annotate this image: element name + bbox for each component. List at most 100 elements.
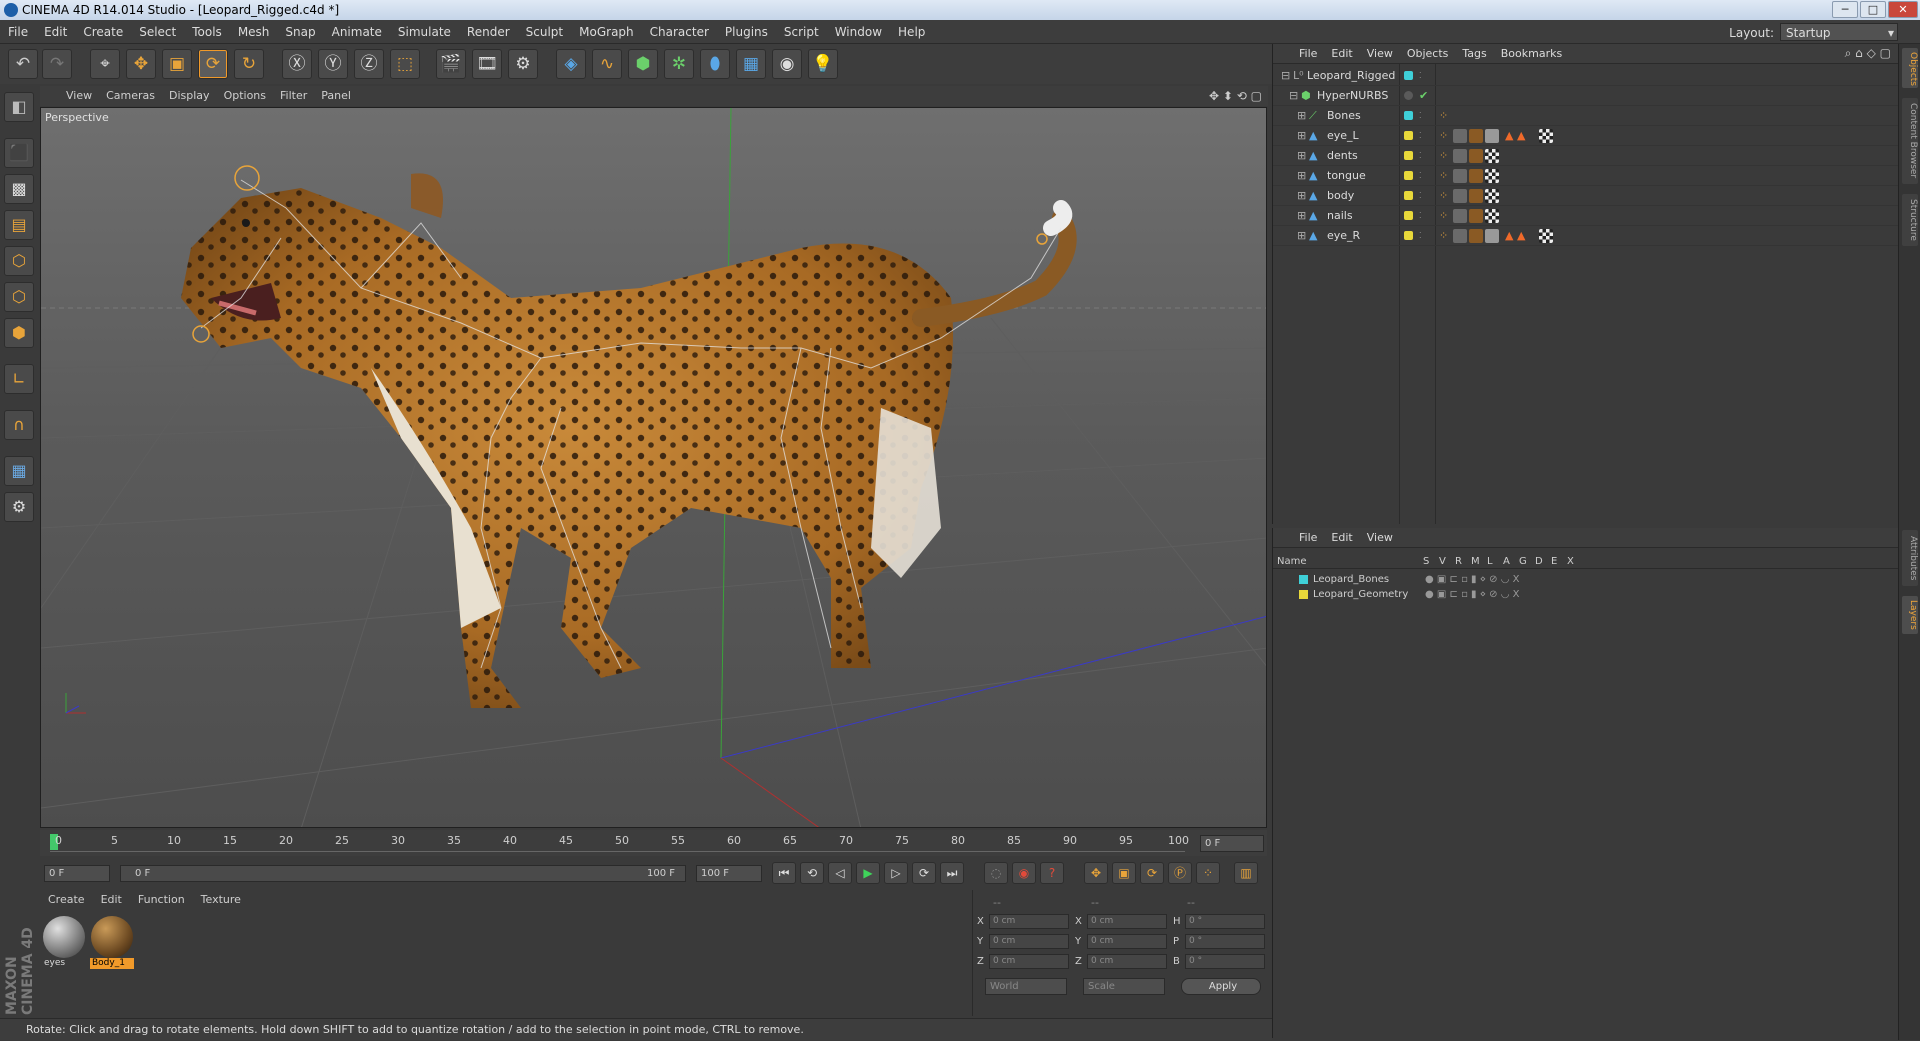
- visibility-dots[interactable]: ⁚: [1419, 206, 1422, 226]
- menu-mesh[interactable]: Mesh: [230, 20, 278, 44]
- start-frame-field[interactable]: 0 F: [44, 865, 110, 882]
- menu-script[interactable]: Script: [776, 20, 827, 44]
- material-swatch-body[interactable]: Body_1: [90, 916, 134, 969]
- col-view[interactable]: V: [1439, 554, 1446, 569]
- rotation-b-field[interactable]: 0 °: [1185, 954, 1265, 969]
- menu-help[interactable]: Help: [890, 20, 933, 44]
- visibility-dots[interactable]: ⁚: [1419, 66, 1422, 86]
- live-selection-icon[interactable]: ⌖: [90, 49, 120, 79]
- deformer-icon[interactable]: ⬮: [700, 49, 730, 79]
- col-render[interactable]: R: [1455, 554, 1462, 569]
- key-pla-icon[interactable]: ⁘: [1196, 862, 1220, 884]
- position-x-field[interactable]: 0 cm: [989, 914, 1069, 929]
- texture-tag-icon[interactable]: [1469, 169, 1483, 183]
- viewport-menu-panel[interactable]: Panel: [314, 86, 358, 106]
- timeline-ruler[interactable]: 0 5 10 15 20 25 30 35 40 45 50 55 60 65 …: [40, 830, 1267, 856]
- material-menu-function[interactable]: Function: [130, 890, 193, 910]
- visibility-dots[interactable]: ⁚: [1419, 186, 1422, 206]
- object-row-leopard-rigged[interactable]: ⊟ L⁰ Leopard_Rigged ⁚: [1273, 66, 1899, 86]
- cube-object-icon[interactable]: ◈: [556, 49, 586, 79]
- position-z-field[interactable]: 0 cm: [989, 954, 1069, 969]
- layer-color-swatch[interactable]: [1404, 131, 1413, 140]
- edges-mode-icon[interactable]: ⬡: [4, 282, 34, 312]
- timeline-window-icon[interactable]: ▥: [1234, 862, 1258, 884]
- viewport-menu-cameras[interactable]: Cameras: [99, 86, 162, 106]
- layer-name[interactable]: Leopard_Bones: [1313, 572, 1389, 587]
- viewport-menu-view[interactable]: View: [40, 86, 99, 106]
- expand-toggle-icon[interactable]: ⊞: [1297, 146, 1306, 166]
- tab-layers[interactable]: Layers: [1902, 596, 1918, 634]
- search-icon[interactable]: ⌕ ⌂ ◇ ▢: [1845, 46, 1891, 61]
- key-parameter-icon[interactable]: Ⓟ: [1168, 862, 1192, 884]
- obj-menu-bookmarks[interactable]: Bookmarks: [1494, 44, 1569, 64]
- checker-tag-icon[interactable]: [1485, 209, 1499, 223]
- preview-range-slider[interactable]: 0 F 100 F: [120, 865, 686, 882]
- layer-menu-edit[interactable]: Edit: [1324, 528, 1359, 548]
- current-frame-field[interactable]: 0 F: [1200, 835, 1264, 852]
- camera-icon[interactable]: ◉: [772, 49, 802, 79]
- material-swatch-eyes[interactable]: eyes: [42, 916, 86, 968]
- expand-toggle-icon[interactable]: ⊟: [1281, 66, 1290, 86]
- object-name[interactable]: Leopard_Rigged: [1307, 66, 1395, 86]
- obj-menu-view[interactable]: View: [1360, 44, 1400, 64]
- checker-tag-icon[interactable]: [1485, 149, 1499, 163]
- size-z-field[interactable]: 0 cm: [1087, 954, 1167, 969]
- object-row-nails[interactable]: ⊞ ▲ nails ⁚ ⁘: [1273, 206, 1899, 226]
- object-name[interactable]: tongue: [1327, 166, 1366, 186]
- obj-menu-tags[interactable]: Tags: [1455, 44, 1493, 64]
- apply-button[interactable]: Apply: [1181, 978, 1261, 995]
- weight-tag-icon[interactable]: ⁘: [1439, 106, 1448, 126]
- render-picture-viewer-icon[interactable]: 🎞: [472, 49, 502, 79]
- autokey-icon[interactable]: ◉: [1012, 862, 1036, 884]
- layer-row-geometry[interactable]: Leopard_Geometry ● ▣ ⊏ ▫ ▮ ⋄ ⊘ ◡ X: [1273, 587, 1899, 602]
- phong-tag-icon[interactable]: [1453, 229, 1467, 243]
- menu-mograph[interactable]: MoGraph: [571, 20, 642, 44]
- layer-menu-file[interactable]: File: [1273, 528, 1324, 548]
- checker-tag-icon[interactable]: [1485, 189, 1499, 203]
- tab-content-browser[interactable]: Content Browser: [1902, 98, 1918, 184]
- size-y-field[interactable]: 0 cm: [1087, 934, 1167, 949]
- z-axis-lock-icon[interactable]: Ⓩ: [354, 49, 384, 79]
- layer-color-swatch[interactable]: [1299, 590, 1308, 599]
- layer-color-swatch[interactable]: [1404, 111, 1413, 120]
- object-name[interactable]: eye_R: [1327, 226, 1360, 246]
- array-icon[interactable]: ✲: [664, 49, 694, 79]
- texture-tag-icon[interactable]: [1469, 209, 1483, 223]
- layer-row-bones[interactable]: Leopard_Bones ● ▣ ⊏ ▫ ▮ ⋄ ⊘ ◡ X: [1273, 572, 1899, 587]
- menu-sculpt[interactable]: Sculpt: [518, 20, 571, 44]
- layer-color-swatch[interactable]: [1404, 171, 1413, 180]
- enabled-check-icon[interactable]: ✔: [1419, 86, 1428, 106]
- quantize-icon[interactable]: ⚙: [4, 492, 34, 522]
- phong-tag-icon[interactable]: [1453, 129, 1467, 143]
- scale-icon[interactable]: ▣: [162, 49, 192, 79]
- viewport-menu-display[interactable]: Display: [162, 86, 217, 106]
- viewport-menu-options[interactable]: Options: [217, 86, 273, 106]
- keyframe-selection-icon[interactable]: ?: [1040, 862, 1064, 884]
- phong-tag-icon[interactable]: [1453, 189, 1467, 203]
- menu-select[interactable]: Select: [131, 20, 184, 44]
- key-scale-icon[interactable]: ▣: [1112, 862, 1136, 884]
- material-menu-edit[interactable]: Edit: [93, 890, 130, 910]
- rotation-p-field[interactable]: 0 °: [1185, 934, 1265, 949]
- obj-menu-objects[interactable]: Objects: [1400, 44, 1456, 64]
- visibility-dots[interactable]: ⁚: [1419, 126, 1422, 146]
- weight-tag-icon[interactable]: ⁘: [1439, 206, 1448, 226]
- previous-key-icon[interactable]: ⟲: [800, 862, 824, 884]
- menu-edit[interactable]: Edit: [36, 20, 75, 44]
- layer-name[interactable]: Leopard_Geometry: [1313, 587, 1408, 602]
- col-animation[interactable]: A: [1503, 554, 1510, 569]
- make-editable-icon[interactable]: ◧: [4, 92, 34, 122]
- layer-color-swatch[interactable]: [1404, 211, 1413, 220]
- checker-tag-icon[interactable]: [1485, 169, 1499, 183]
- close-button[interactable]: ✕: [1888, 1, 1918, 18]
- object-row-hypernurbs[interactable]: ⊟ ⬢ HyperNURBS ✔: [1273, 86, 1899, 106]
- menu-simulate[interactable]: Simulate: [390, 20, 459, 44]
- phong-tag-icon[interactable]: [1453, 149, 1467, 163]
- phong-tag-icon[interactable]: [1453, 209, 1467, 223]
- polygons-mode-icon[interactable]: ⬢: [4, 318, 34, 348]
- viewport-menu-filter[interactable]: Filter: [273, 86, 314, 106]
- perspective-viewport[interactable]: Perspective: [40, 107, 1267, 828]
- weight-tag-icon[interactable]: ⁘: [1439, 166, 1448, 186]
- phong-tag-icon[interactable]: [1453, 169, 1467, 183]
- texture-tag-icon[interactable]: [1469, 149, 1483, 163]
